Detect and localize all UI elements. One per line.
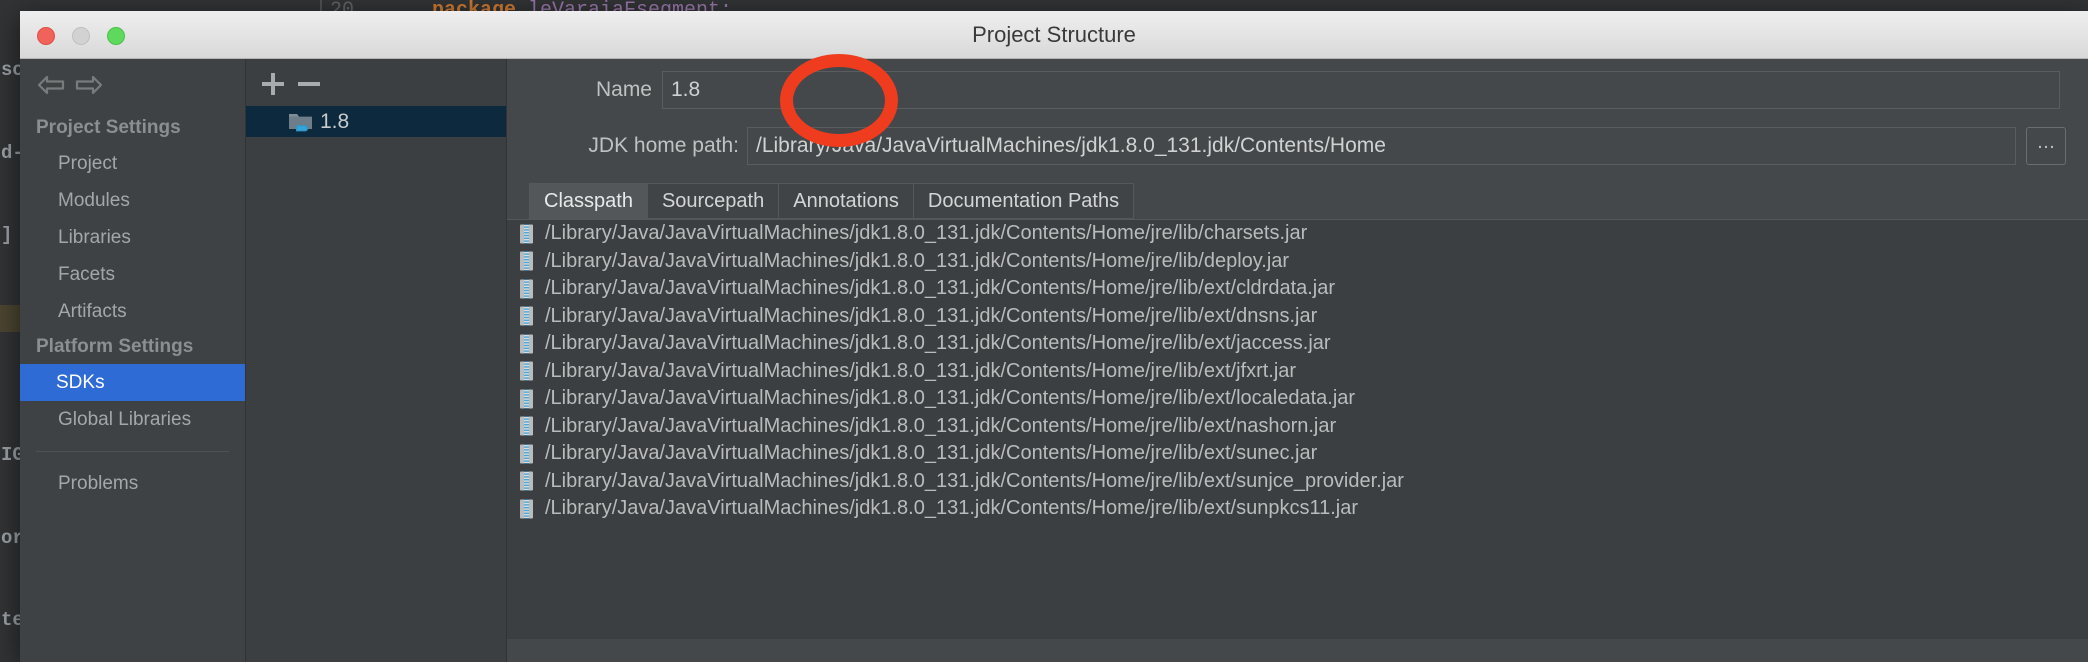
- sdk-list-item[interactable]: 1.8: [246, 106, 506, 137]
- jdk-home-path-label: JDK home path:: [588, 134, 739, 157]
- classpath-entry-label: /Library/Java/JavaVirtualMachines/jdk1.8…: [545, 222, 1308, 245]
- dialog-titlebar[interactable]: Project Structure: [20, 11, 2088, 59]
- classpath-entry-label: /Library/Java/JavaVirtualMachines/jdk1.8…: [545, 277, 1336, 300]
- classpath-entry-label: /Library/Java/JavaVirtualMachines/jdk1.8…: [545, 304, 1318, 327]
- sidebar-item-sdks[interactable]: SDKs: [20, 364, 245, 401]
- jar-file-icon: [519, 279, 535, 299]
- jar-file-icon: [519, 389, 535, 409]
- add-sdk-button[interactable]: [260, 71, 286, 97]
- browse-button[interactable]: …: [2026, 127, 2066, 165]
- jar-file-icon: [519, 306, 535, 326]
- remove-sdk-button[interactable]: [296, 71, 322, 97]
- jdk-home-path-input[interactable]: /Library/Java/JavaVirtualMachines/jdk1.8…: [747, 127, 2016, 165]
- arrow-left-icon[interactable]: [36, 73, 66, 97]
- sdk-detail-pane: Name 1.8 JDK home path: /Library/Java/Ja…: [507, 59, 2088, 662]
- name-label: Name: [595, 78, 652, 101]
- tab-sourcepath[interactable]: Sourcepath: [646, 183, 779, 219]
- settings-nav-pane: Project Settings Project Modules Librari…: [20, 59, 245, 662]
- jar-file-icon: [519, 361, 535, 381]
- sidebar-item-libraries[interactable]: Libraries: [20, 219, 245, 256]
- classpath-entry-row[interactable]: /Library/Java/JavaVirtualMachines/jdk1.8…: [507, 358, 2088, 386]
- classpath-entry-label: /Library/Java/JavaVirtualMachines/jdk1.8…: [545, 359, 1297, 382]
- tab-documentation-paths[interactable]: Documentation Paths: [912, 183, 1135, 219]
- tab-annotations[interactable]: Annotations: [778, 183, 913, 219]
- classpath-entry-label: /Library/Java/JavaVirtualMachines/jdk1.8…: [545, 249, 1290, 272]
- sdk-toolbar: [246, 59, 506, 106]
- sidebar-item-problems[interactable]: Problems: [20, 465, 245, 502]
- classpath-entry-row[interactable]: /Library/Java/JavaVirtualMachines/jdk1.8…: [507, 440, 2088, 468]
- tab-classpath[interactable]: Classpath: [529, 183, 647, 219]
- classpath-entry-row[interactable]: /Library/Java/JavaVirtualMachines/jdk1.8…: [507, 468, 2088, 496]
- classpath-entry-row[interactable]: /Library/Java/JavaVirtualMachines/jdk1.8…: [507, 303, 2088, 331]
- nav-divider: [36, 451, 229, 452]
- sidebar-item-global-libraries[interactable]: Global Libraries: [20, 401, 245, 438]
- classpath-entry-row[interactable]: /Library/Java/JavaVirtualMachines/jdk1.8…: [507, 330, 2088, 358]
- sidebar-item-facets[interactable]: Facets: [20, 256, 245, 293]
- jar-file-icon: [519, 416, 535, 436]
- name-field-row: Name 1.8: [507, 71, 2088, 109]
- jar-file-icon: [519, 334, 535, 354]
- jdk-folder-icon: [288, 111, 314, 133]
- jdk-home-path-row: JDK home path: /Library/Java/JavaVirtual…: [507, 127, 2088, 165]
- dialog-body: Project Settings Project Modules Librari…: [20, 59, 2088, 662]
- nav-group-platform-settings: Platform Settings: [36, 336, 194, 357]
- dialog-title: Project Structure: [972, 22, 1136, 47]
- jar-file-icon: [519, 251, 535, 271]
- classpath-entry-row[interactable]: /Library/Java/JavaVirtualMachines/jdk1.8…: [507, 275, 2088, 303]
- sidebar-item-project[interactable]: Project: [20, 145, 245, 182]
- arrow-right-icon[interactable]: [74, 73, 104, 97]
- nav-group-project-settings: Project Settings: [36, 117, 181, 138]
- classpath-entry-row[interactable]: /Library/Java/JavaVirtualMachines/jdk1.8…: [507, 385, 2088, 413]
- jar-file-icon: [519, 471, 535, 491]
- sdk-list-pane: 1.8: [245, 59, 507, 662]
- name-input[interactable]: 1.8: [662, 71, 2060, 109]
- jar-file-icon: [519, 499, 535, 519]
- classpath-tabs: Classpath Sourcepath Annotations Documen…: [529, 183, 2088, 219]
- nav-history-toolbar: [20, 59, 245, 111]
- classpath-entry-row[interactable]: /Library/Java/JavaVirtualMachines/jdk1.8…: [507, 220, 2088, 248]
- jar-file-icon: [519, 444, 535, 464]
- classpath-entry-row[interactable]: /Library/Java/JavaVirtualMachines/jdk1.8…: [507, 413, 2088, 441]
- classpath-entry-row[interactable]: /Library/Java/JavaVirtualMachines/jdk1.8…: [507, 248, 2088, 276]
- jar-file-icon: [519, 224, 535, 244]
- classpath-entry-label: /Library/Java/JavaVirtualMachines/jdk1.8…: [545, 414, 1337, 437]
- classpath-entry-list[interactable]: /Library/Java/JavaVirtualMachines/jdk1.8…: [507, 219, 2088, 639]
- classpath-entry-row[interactable]: /Library/Java/JavaVirtualMachines/jdk1.8…: [507, 495, 2088, 523]
- classpath-entry-label: /Library/Java/JavaVirtualMachines/jdk1.8…: [545, 442, 1318, 465]
- sdk-list-item-label: 1.8: [320, 109, 350, 133]
- classpath-entry-label: /Library/Java/JavaVirtualMachines/jdk1.8…: [545, 469, 1404, 492]
- sidebar-item-modules[interactable]: Modules: [20, 182, 245, 219]
- classpath-entry-label: /Library/Java/JavaVirtualMachines/jdk1.8…: [545, 387, 1356, 410]
- sidebar-item-artifacts[interactable]: Artifacts: [20, 293, 245, 330]
- project-structure-dialog: Project Structure Project Settings Proje…: [20, 11, 2088, 662]
- classpath-entry-label: /Library/Java/JavaVirtualMachines/jdk1.8…: [545, 497, 1359, 520]
- classpath-entry-label: /Library/Java/JavaVirtualMachines/jdk1.8…: [545, 332, 1331, 355]
